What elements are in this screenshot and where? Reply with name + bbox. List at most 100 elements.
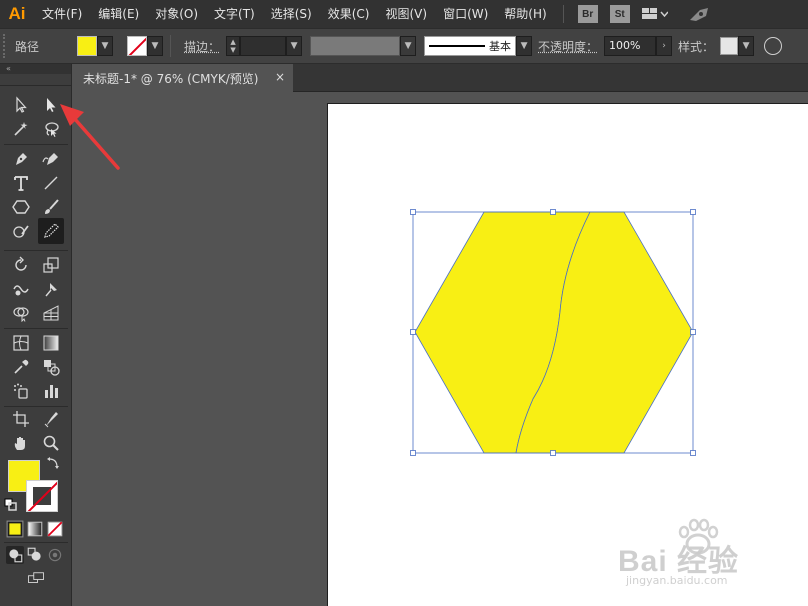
menu-object[interactable]: 对象(O) — [147, 0, 206, 28]
separator — [170, 35, 172, 57]
menu-effect[interactable]: 效果(C) — [320, 0, 378, 28]
baidu-jingyan-watermark: Bai 经验 jingyan.baidu.com — [618, 518, 798, 598]
tool-separator — [4, 406, 68, 407]
gradient-mode-button[interactable] — [26, 520, 44, 538]
symbol-sprayer-tool-icon[interactable] — [10, 380, 32, 402]
stock-button[interactable]: St — [609, 5, 630, 23]
lasso-tool-icon[interactable] — [40, 118, 62, 140]
tool-separator — [4, 144, 68, 145]
selection-tool-icon[interactable] — [10, 94, 32, 116]
menu-window[interactable]: 窗口(W) — [435, 0, 496, 28]
pen-tool-icon[interactable] — [10, 148, 32, 170]
brush-definition[interactable]: 基本 — [424, 36, 517, 56]
pencil-tool-icon[interactable] — [38, 218, 64, 244]
screen-mode-icon[interactable] — [24, 568, 48, 588]
chevron-down-icon: ▼ — [404, 41, 412, 51]
menu-separator — [562, 5, 564, 23]
menu-help[interactable]: 帮助(H) — [496, 0, 554, 28]
draw-normal-icon[interactable] — [6, 546, 24, 564]
tool-separator — [4, 542, 68, 543]
default-fill-stroke-icon[interactable] — [4, 498, 18, 512]
chevron-down-icon: ▼ — [151, 41, 159, 51]
brush-name: 基本 — [489, 40, 512, 53]
stroke-weight-stepper[interactable]: ▲ ▼ — [226, 36, 241, 56]
chevron-down-icon: ▼ — [101, 41, 109, 51]
control-bar: 路径 ▼ ▼ 描边： ▲ ▼ ▼ ▼ 基本 ▼ 不透明度： 100% › 样式： … — [0, 28, 808, 64]
variable-width-profile[interactable] — [310, 36, 401, 56]
direct-selection-tool-icon[interactable] — [40, 94, 62, 116]
opacity-label[interactable]: 不透明度： — [538, 38, 598, 55]
type-tool-icon[interactable] — [10, 172, 32, 194]
line-segment-tool-icon[interactable] — [40, 172, 62, 194]
column-graph-tool-icon[interactable] — [40, 380, 62, 402]
menu-select[interactable]: 选择(S) — [263, 0, 320, 28]
draw-behind-icon[interactable] — [26, 546, 44, 564]
document-tab-bar: 未标题-1* @ 76% (CMYK/预览) × — [73, 64, 808, 92]
none-mode-button[interactable] — [46, 520, 64, 538]
swap-fill-stroke-icon[interactable] — [46, 456, 60, 470]
bridge-button[interactable]: Br — [577, 5, 598, 23]
menu-edit[interactable]: 编辑(E) — [90, 0, 147, 28]
style-label: 样式： — [678, 39, 715, 54]
puppet-warp-tool-icon[interactable] — [40, 278, 62, 300]
panel-collapse-button[interactable]: « — [0, 64, 71, 74]
graphic-style-swatch[interactable] — [720, 37, 739, 55]
stroke-dropdown[interactable]: ▼ — [147, 36, 164, 56]
stroke-color-box[interactable] — [26, 480, 58, 512]
scale-tool-icon[interactable] — [40, 254, 62, 276]
warp-tool-icon[interactable] — [10, 278, 32, 300]
illustrator-window: Ai 文件(F) 编辑(E) 对象(O) 文字(T) 选择(S) 效果(C) 视… — [0, 0, 808, 606]
menu-file[interactable]: 文件(F) — [34, 0, 90, 28]
opacity-input[interactable]: 100% — [604, 36, 657, 56]
polygon-tool-icon[interactable] — [10, 196, 32, 218]
stroke-weight-input[interactable] — [240, 36, 287, 56]
mesh-tool-icon[interactable] — [10, 332, 32, 354]
perspective-grid-tool-icon[interactable] — [40, 302, 62, 324]
document-tab[interactable]: 未标题-1* @ 76% (CMYK/预览) × — [73, 64, 293, 92]
gpu-performance-icon[interactable] — [688, 6, 710, 22]
menu-view[interactable]: 视图(V) — [377, 0, 435, 28]
stroke-swatch[interactable] — [127, 36, 148, 56]
graphic-style-dropdown[interactable]: ▼ — [738, 36, 755, 56]
stroke-preview-line — [429, 45, 486, 47]
control-bar-grip[interactable] — [3, 34, 9, 58]
rotate-tool-icon[interactable] — [10, 254, 32, 276]
zoom-tool-icon[interactable] — [40, 432, 62, 454]
artboard-tool-icon[interactable] — [10, 408, 32, 430]
workspace-layout-icon[interactable] — [641, 7, 668, 21]
menu-type[interactable]: 文字(T) — [206, 0, 263, 28]
tool-separator — [4, 250, 68, 251]
eyedropper-tool-icon[interactable] — [10, 356, 32, 378]
tool-separator — [4, 328, 68, 329]
document-tab-title: 未标题-1* @ 76% (CMYK/预览) — [83, 71, 259, 86]
chevron-down-icon: ▼ — [742, 41, 750, 51]
color-mode-button[interactable] — [6, 520, 24, 538]
paintbrush-tool-icon[interactable] — [40, 196, 62, 218]
selection-type-label: 路径 — [15, 39, 40, 54]
blend-tool-icon[interactable] — [40, 356, 62, 378]
stroke-weight-dropdown[interactable]: ▼ — [286, 36, 303, 56]
shape-builder-tool-icon[interactable] — [10, 302, 32, 324]
draw-inside-icon[interactable] — [46, 546, 64, 564]
variable-width-dropdown[interactable]: ▼ — [400, 36, 417, 56]
stroke-inner — [33, 487, 51, 505]
canvas[interactable]: Bai 经验 jingyan.baidu.com — [73, 92, 808, 606]
fill-dropdown[interactable]: ▼ — [97, 36, 114, 56]
gradient-tool-icon[interactable] — [40, 332, 62, 354]
chevron-right-icon: › — [662, 41, 666, 51]
slice-tool-icon[interactable] — [40, 408, 62, 430]
close-icon[interactable]: × — [275, 70, 285, 84]
stroke-label[interactable]: 描边： — [184, 38, 220, 55]
fill-swatch[interactable] — [77, 36, 98, 56]
brush-dropdown[interactable]: ▼ — [516, 36, 533, 56]
magic-wand-tool-icon[interactable] — [10, 118, 32, 140]
menu-bar: Ai 文件(F) 编辑(E) 对象(O) 文字(T) 选择(S) 效果(C) 视… — [0, 0, 808, 28]
chevron-down-icon: ▼ — [520, 41, 528, 51]
shaper-tool-icon[interactable] — [10, 220, 32, 242]
curvature-tool-icon[interactable] — [40, 148, 62, 170]
watermark-url: jingyan.baidu.com — [626, 574, 728, 587]
recolor-artwork-icon[interactable] — [764, 37, 783, 55]
opacity-expand-button[interactable]: › — [656, 36, 673, 56]
hand-tool-icon[interactable] — [10, 432, 32, 454]
panel-grip[interactable] — [0, 74, 71, 86]
